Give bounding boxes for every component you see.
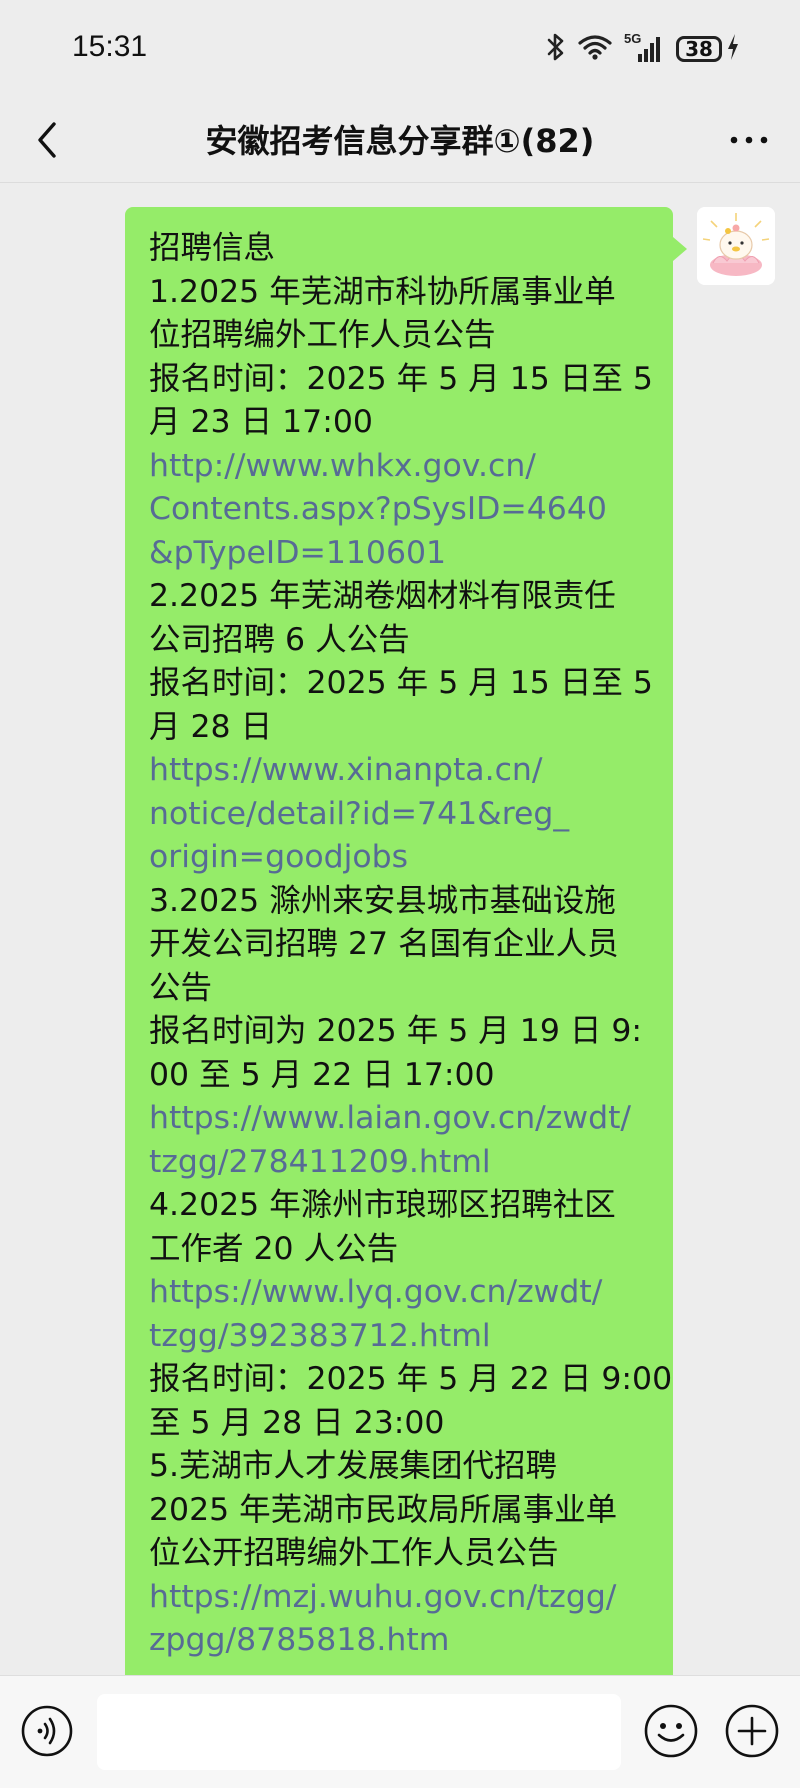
message-line: 招聘信息 (149, 230, 276, 266)
battery-level: 38 (685, 37, 713, 61)
message-line: 月 28 日 (149, 708, 273, 745)
message-line: 2.2025 年芜湖卷烟材料有限责任 (149, 578, 616, 614)
message-link[interactable]: http://www.whkx.gov.cn/ (149, 445, 651, 489)
plus-button[interactable] (723, 1702, 781, 1760)
chat-area[interactable]: 招聘信息 1.2025 年芜湖市科协所属事业单 位招聘编外工作人员公告报名时间：20… (0, 183, 800, 1675)
message-line: 至 5 月 28 日 23:00 (149, 1404, 445, 1441)
status-time: 15:31 (72, 30, 148, 63)
message-line: 报名时间：2025 年 5 月 15 日至 5 (149, 360, 653, 397)
message-link[interactable]: https://mzj.wuhu.gov.cn/tzgg/ (149, 1576, 651, 1620)
message-line: 1.2025 年芜湖市科协所属事业单 (149, 273, 616, 310)
avatar-image (697, 207, 775, 285)
battery-icon: 38 (676, 36, 722, 62)
message-link[interactable]: tzgg/392383712.html (149, 1315, 651, 1359)
message-link[interactable]: https://www.xinanpta.cn/ (149, 749, 651, 793)
signal-icon: 5G (624, 31, 664, 64)
message-bubble[interactable]: 招聘信息 1.2025 年芜湖市科协所属事业单 位招聘编外工作人员公告报名时间：20… (125, 207, 673, 1675)
message-link[interactable]: tzgg/278411209.html (149, 1141, 651, 1185)
message-link[interactable]: https://www.lyq.gov.cn/zwdt/ (149, 1271, 651, 1315)
message-line: 工作者 20 人公告 (149, 1230, 399, 1267)
message-line: 5.芜湖市人才发展集团代招聘 (149, 1448, 558, 1484)
message-link[interactable]: https://www.laian.gov.cn/zwdt/ (149, 1097, 651, 1141)
message-link[interactable]: origin=goodjobs (149, 836, 651, 880)
voice-button[interactable] (20, 1704, 74, 1758)
message-link[interactable]: notice/detail?id=741&reg_ (149, 793, 651, 837)
message-line: 00 至 5 月 22 日 17:00 (149, 1056, 495, 1093)
message-line: 报名时间为 2025 年 5 月 19 日 9: (149, 1013, 643, 1049)
message-line: 位招聘编外工作人员公告 (149, 317, 496, 353)
message-line: 报名时间：2025 年 5 月 15 日至 5 (149, 665, 653, 701)
plus-icon (725, 1704, 779, 1758)
avatar[interactable] (697, 207, 775, 285)
message-line: 2025 年芜湖市民政局所属事业单 (149, 1491, 618, 1528)
bluetooth-icon (546, 32, 566, 66)
message-line: 4.2025 年滁州市琅琊区招聘社区 (149, 1187, 616, 1223)
message-line: 开发公司招聘 27 名国有企业人员 (149, 926, 619, 962)
chat-title: 安徽招考信息分享群①(82) (205, 122, 595, 160)
wifi-icon (578, 33, 612, 65)
bubble-tail (673, 237, 687, 261)
emoji-icon (644, 1704, 698, 1758)
chat-header: 安徽招考信息分享群①(82) (0, 100, 800, 183)
message-input[interactable] (97, 1694, 621, 1770)
message-line: 公告 (149, 969, 213, 1006)
charging-icon (726, 33, 740, 65)
message-line: 报名时间：2025 年 5 月 22 日 9:00 (149, 1361, 673, 1397)
message-line: 月 23 日 17:00 (149, 404, 373, 440)
message-line: 位公开招聘编外工作人员公告 (149, 1535, 559, 1571)
message-link[interactable]: Contents.aspx?pSysID=4640 (149, 488, 651, 532)
back-button[interactable] (28, 118, 72, 162)
message-line: 3.2025 滁州来安县城市基础设施 (149, 882, 616, 919)
status-bar: 15:31 5G 38 (0, 0, 800, 100)
input-bar (0, 1675, 800, 1788)
message-line: 公司招聘 6 人公告 (149, 621, 410, 658)
emoji-button[interactable] (642, 1702, 700, 1760)
back-icon (38, 122, 56, 158)
status-icons: 5G 38 (546, 31, 740, 66)
message-link[interactable]: &pTypeID=110601 (149, 532, 651, 576)
message-link[interactable]: zpgg/8785818.htm (149, 1619, 651, 1663)
voice-icon (21, 1705, 73, 1757)
more-icon (730, 136, 768, 144)
more-button[interactable] (724, 118, 774, 162)
